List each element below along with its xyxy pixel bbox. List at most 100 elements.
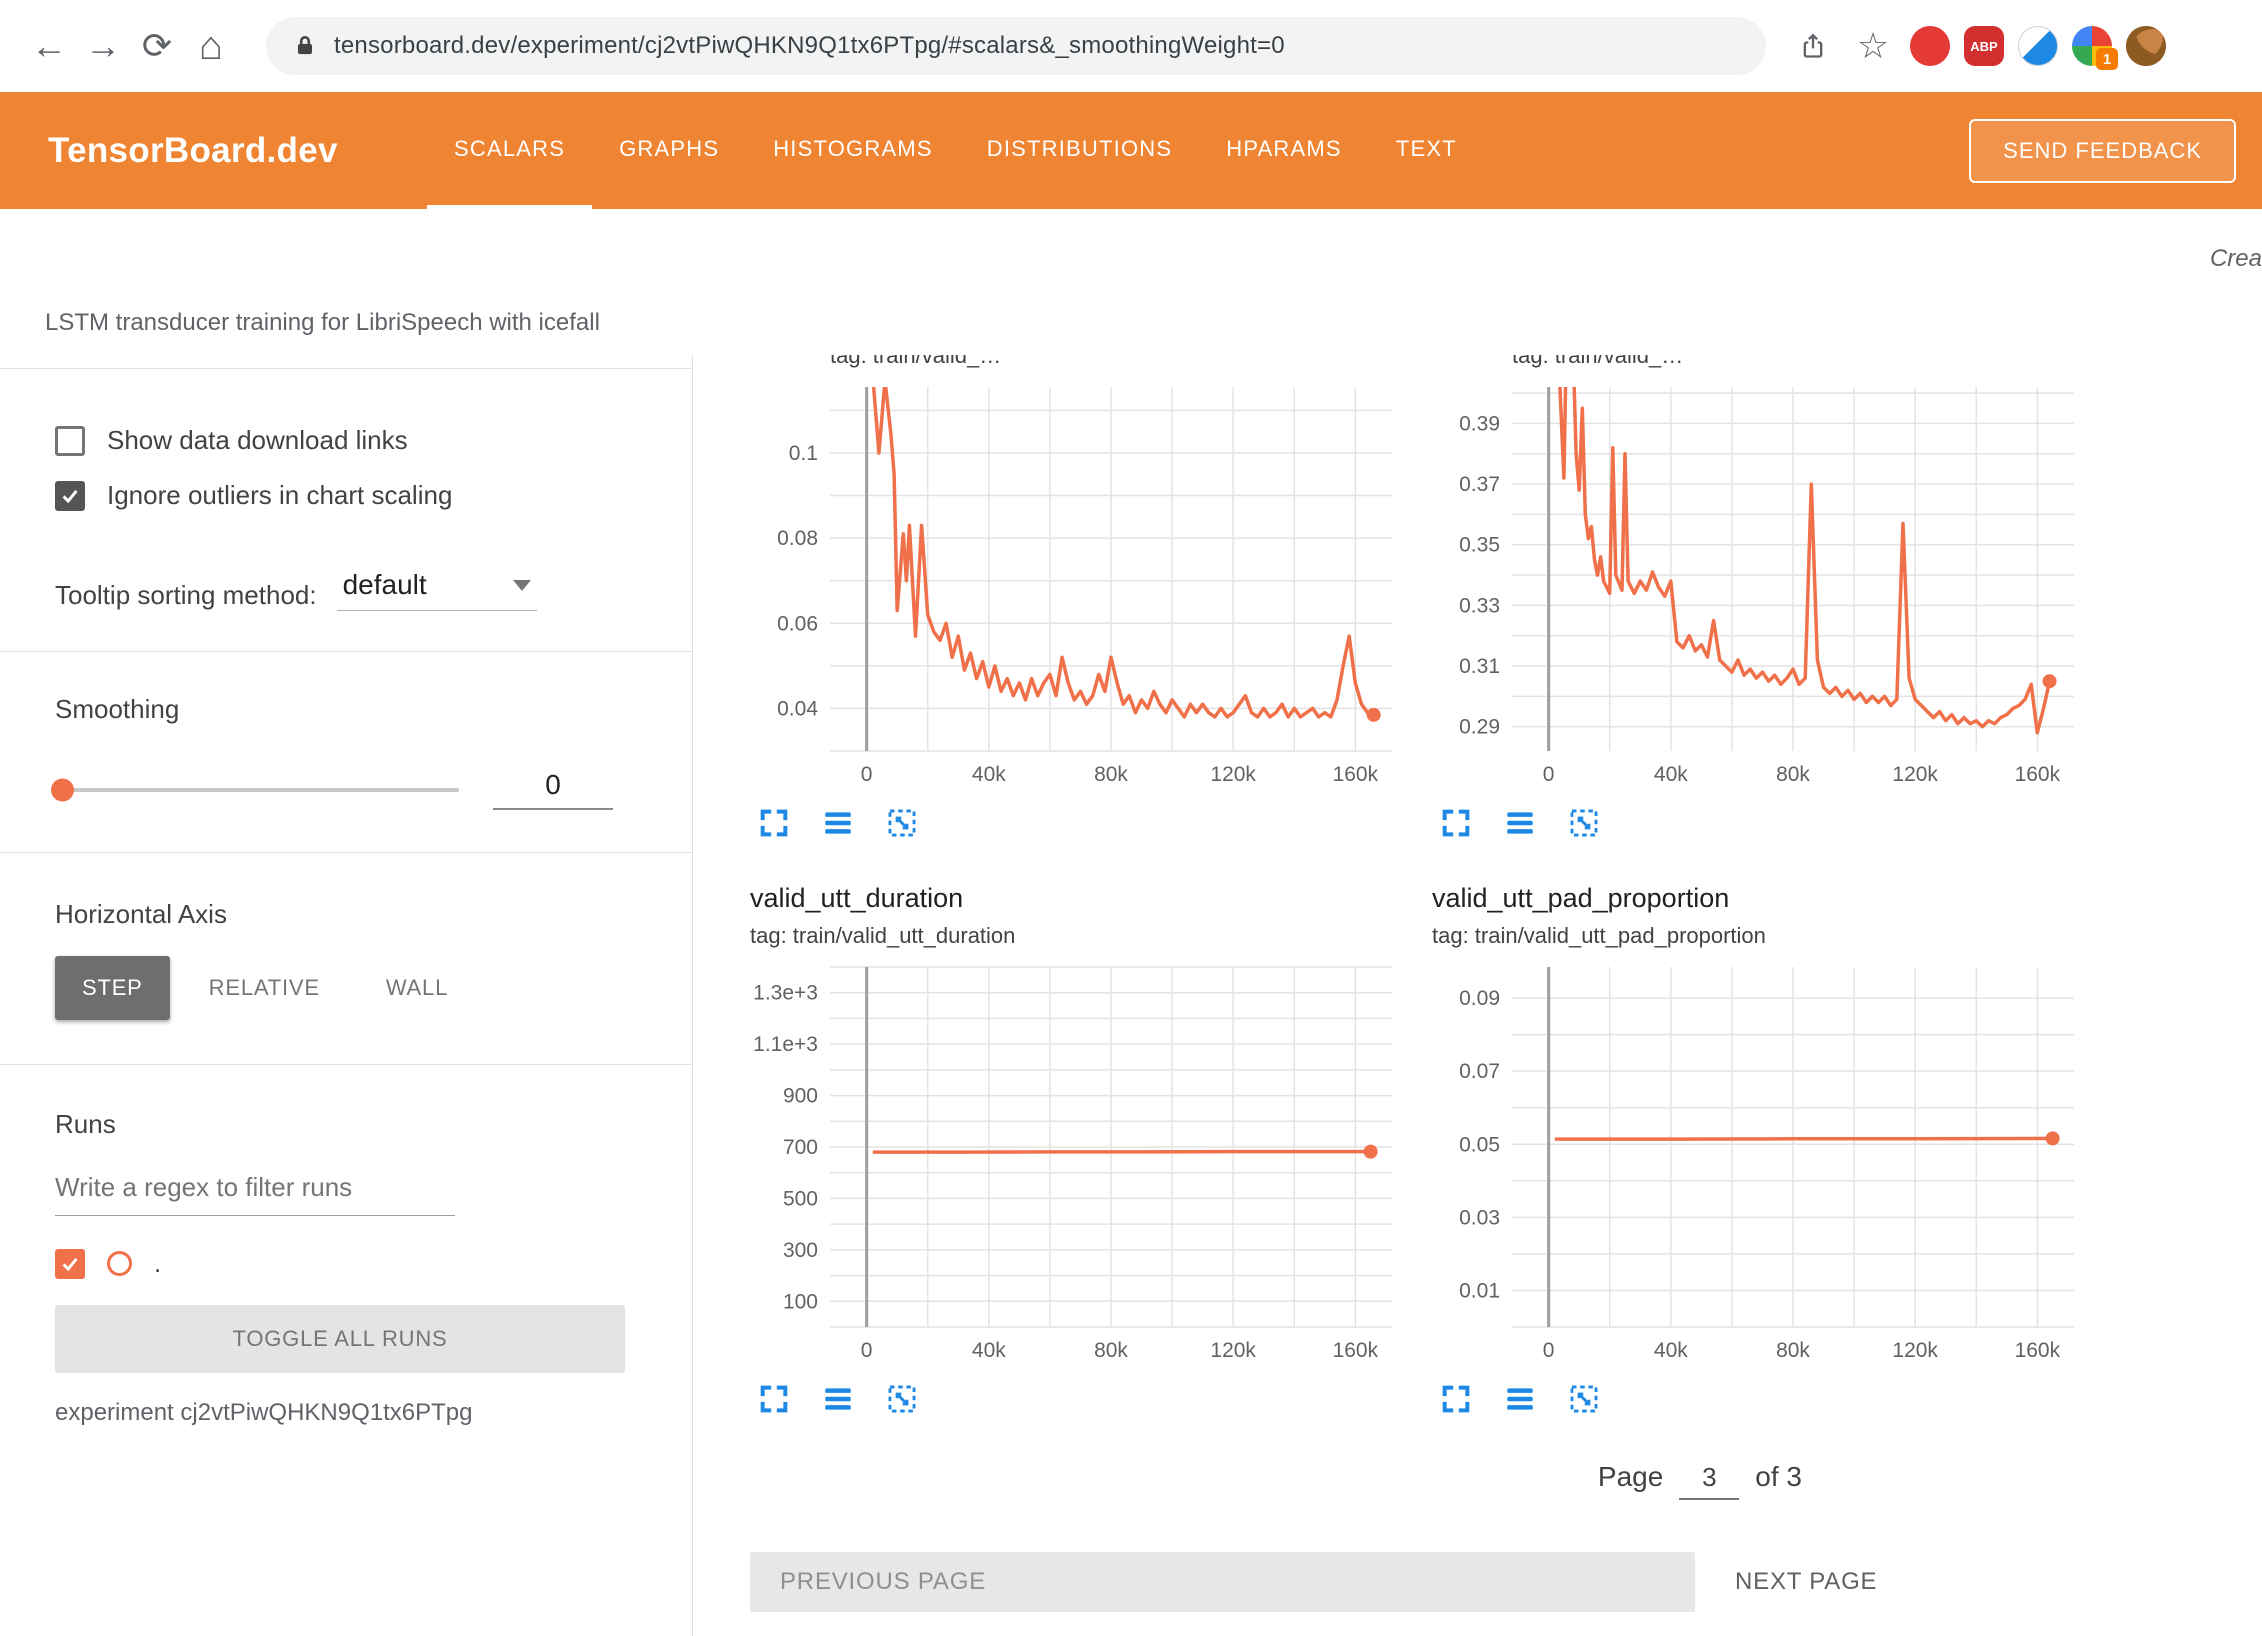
view-data-icon[interactable] — [820, 1381, 856, 1417]
pager-buttons: PREVIOUS PAGE NEXT PAGE — [750, 1552, 2262, 1612]
sidebar-divider — [0, 1064, 692, 1065]
run-checkbox[interactable] — [55, 1249, 85, 1279]
cookie-extension-icon[interactable] — [2126, 26, 2166, 66]
smoothing-value-field[interactable]: 0 — [493, 769, 613, 810]
tab-histograms[interactable]: HISTOGRAMS — [746, 92, 960, 209]
svg-text:0: 0 — [861, 763, 873, 786]
page-number-input[interactable] — [1679, 1462, 1739, 1500]
share-icon[interactable] — [1790, 23, 1836, 69]
scalar-chart[interactable]: 0.290.310.330.350.370.39040k80k120k160k — [1432, 381, 2086, 791]
tooltip-sorting-dropdown[interactable]: default — [337, 569, 537, 611]
send-feedback-button[interactable]: SEND FEEDBACK — [1969, 119, 2236, 183]
svg-text:120k: 120k — [1892, 1339, 1938, 1362]
back-icon[interactable] — [22, 19, 76, 73]
blue-extension-icon[interactable] — [2018, 26, 2058, 66]
tab-text[interactable]: TEXT — [1369, 92, 1484, 209]
run-name: . — [154, 1248, 161, 1279]
forward-icon[interactable] — [76, 19, 130, 73]
ignore-outliers-row[interactable]: Ignore outliers in chart scaling — [55, 480, 692, 511]
svg-text:0: 0 — [1543, 1339, 1555, 1362]
svg-text:0.1: 0.1 — [789, 442, 818, 465]
scalar-chart[interactable]: 0.010.030.050.070.09040k80k120k160k — [1432, 961, 2086, 1367]
svg-text:80k: 80k — [1776, 763, 1810, 786]
check-icon — [59, 485, 81, 507]
svg-text:0.01: 0.01 — [1459, 1279, 1500, 1302]
browser-actions: ABP 1 — [1790, 23, 2166, 69]
show-download-links-row[interactable]: Show data download links — [55, 425, 692, 456]
view-data-icon[interactable] — [1502, 1381, 1538, 1417]
pagination: Page of 3 — [750, 1461, 2262, 1500]
scalar-chart[interactable]: 1003005007009001.1e+31.3e+3040k80k120k16… — [750, 961, 1404, 1367]
svg-text:0.05: 0.05 — [1459, 1133, 1500, 1156]
expand-chart-icon[interactable] — [756, 805, 792, 841]
chart-card: valid_utt_duration tag: train/valid_utt_… — [750, 883, 1404, 1417]
scalar-chart[interactable]: 0.040.060.080.1040k80k120k160k — [750, 381, 1404, 791]
fit-domain-icon[interactable] — [1566, 1381, 1602, 1417]
url-text: tensorboard.dev/experiment/cj2vtPiwQHKN9… — [334, 32, 1285, 60]
tab-hparams[interactable]: HPARAMS — [1199, 92, 1369, 209]
expand-chart-icon[interactable] — [756, 1381, 792, 1417]
fit-domain-icon[interactable] — [1566, 805, 1602, 841]
svg-text:0.29: 0.29 — [1459, 716, 1500, 739]
abp-extension-icon[interactable]: ABP — [1964, 26, 2004, 66]
tooltip-sorting-value: default — [343, 569, 427, 601]
reload-icon[interactable] — [130, 19, 184, 73]
tab-graphs[interactable]: GRAPHS — [592, 92, 746, 209]
view-data-icon[interactable] — [820, 805, 856, 841]
svg-text:1.3e+3: 1.3e+3 — [753, 982, 818, 1005]
smoothing-slider-thumb[interactable] — [51, 778, 74, 801]
svg-text:900: 900 — [783, 1085, 818, 1108]
svg-text:0: 0 — [861, 1339, 873, 1362]
truncated-created-text: Crea — [2210, 245, 2262, 273]
toggle-all-runs-button[interactable]: TOGGLE ALL RUNS — [55, 1305, 625, 1373]
fit-domain-icon[interactable] — [884, 805, 920, 841]
svg-text:160k: 160k — [2015, 763, 2061, 786]
sidebar-divider — [0, 852, 692, 853]
address-bar[interactable]: tensorboard.dev/experiment/cj2vtPiwQHKN9… — [266, 17, 1766, 75]
tooltip-sorting-label: Tooltip sorting method: — [55, 580, 317, 611]
experiment-subheader: Crea LSTM transducer training for LibriS… — [0, 209, 2262, 355]
svg-text:160k: 160k — [2015, 1339, 2061, 1362]
svg-text:500: 500 — [783, 1187, 818, 1210]
tab-distributions[interactable]: DISTRIBUTIONS — [960, 92, 1200, 209]
color-extension-icon[interactable]: 1 — [2072, 26, 2112, 66]
fit-domain-icon[interactable] — [884, 1381, 920, 1417]
show-download-links-checkbox[interactable] — [55, 426, 85, 456]
expand-chart-icon[interactable] — [1438, 805, 1474, 841]
charts-panel: tag: train/valid_… 0.040.060.080.1040k80… — [693, 355, 2262, 1636]
experiment-description: LSTM transducer training for LibriSpeech… — [45, 309, 600, 337]
axis-step-button[interactable]: STEP — [55, 956, 170, 1020]
app-logo[interactable]: TensorBoard.dev — [48, 131, 338, 171]
view-data-icon[interactable] — [1502, 805, 1538, 841]
adblock-extension-icon[interactable] — [1910, 26, 1950, 66]
clipped-chart-header: tag: train/valid_… — [1432, 355, 2086, 369]
app-header: TensorBoard.dev SCALARS GRAPHS HISTOGRAM… — [0, 92, 2262, 209]
expand-chart-icon[interactable] — [1438, 1381, 1474, 1417]
svg-text:0.35: 0.35 — [1459, 534, 1500, 557]
home-icon[interactable] — [184, 19, 238, 73]
tab-scalars[interactable]: SCALARS — [427, 92, 592, 209]
axis-wall-button[interactable]: WALL — [359, 956, 475, 1020]
next-page-button[interactable]: NEXT PAGE — [1735, 1568, 1877, 1596]
runs-filter-input[interactable] — [55, 1166, 455, 1216]
chart-title: valid_utt_duration — [750, 883, 1404, 914]
svg-text:0.31: 0.31 — [1459, 655, 1500, 678]
svg-text:100: 100 — [783, 1290, 818, 1313]
run-row[interactable]: . — [55, 1248, 692, 1279]
horizontal-axis-label: Horizontal Axis — [55, 899, 692, 930]
previous-page-button[interactable]: PREVIOUS PAGE — [750, 1552, 1695, 1612]
svg-text:40k: 40k — [972, 1339, 1006, 1362]
bookmark-star-icon[interactable] — [1850, 23, 1896, 69]
chart-title: valid_utt_pad_proportion — [1432, 883, 2086, 914]
page-label: Page — [1598, 1461, 1663, 1493]
chart-card: tag: train/valid_… 0.040.060.080.1040k80… — [750, 355, 1404, 841]
svg-text:0.03: 0.03 — [1459, 1206, 1500, 1229]
sidebar-divider — [0, 651, 692, 652]
ignore-outliers-checkbox[interactable] — [55, 481, 85, 511]
svg-text:0.06: 0.06 — [777, 612, 818, 635]
axis-relative-button[interactable]: RELATIVE — [182, 956, 347, 1020]
clipped-tag-text: tag: train/valid_… — [1512, 355, 2086, 369]
svg-text:120k: 120k — [1892, 763, 1938, 786]
svg-text:700: 700 — [783, 1136, 818, 1159]
smoothing-slider[interactable] — [55, 788, 459, 792]
